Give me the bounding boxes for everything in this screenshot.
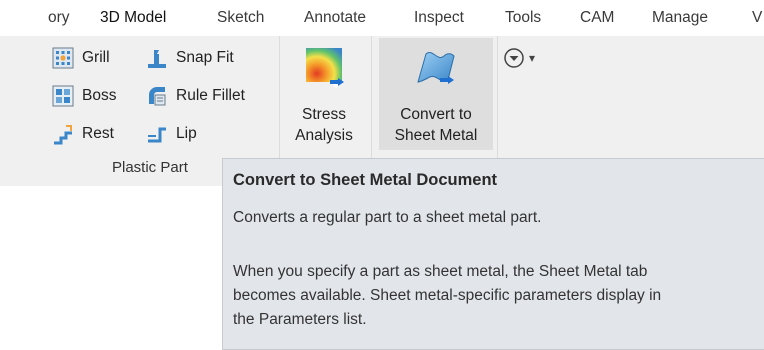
rest-button[interactable]: Rest	[52, 122, 114, 146]
rest-label: Rest	[82, 125, 114, 142]
rule-fillet-button[interactable]: Rule Fillet	[146, 84, 245, 108]
lip-label: Lip	[176, 125, 197, 142]
tab-manage[interactable]: Manage	[652, 9, 708, 31]
convert-sheet-metal-icon	[417, 52, 455, 84]
tooltip-detail-line-3: the Parameters list.	[233, 311, 367, 328]
tab-tools[interactable]: Tools	[505, 9, 541, 31]
command-tooltip: Convert to Sheet Metal Document Converts…	[222, 158, 764, 350]
tab-3d-model[interactable]: 3D Model	[100, 9, 166, 31]
tooltip-detail-line-1: When you specify a part as sheet metal, …	[233, 263, 648, 280]
rest-icon	[54, 125, 72, 145]
tab-history[interactable]: ory	[48, 9, 70, 31]
rule-fillet-label: Rule Fillet	[176, 87, 245, 104]
tab-cam[interactable]: CAM	[580, 9, 614, 31]
tooltip-detail-line-2: becomes available. Sheet metal-specific …	[233, 287, 662, 304]
convert-sheet-metal-label-line2: Sheet Metal	[394, 127, 478, 144]
rule-fillet-icon	[149, 86, 166, 106]
circle-chevron-down-icon	[504, 48, 524, 68]
stress-analysis-button[interactable]: Stress Analysis	[284, 38, 364, 150]
grill-button[interactable]: Grill	[52, 46, 110, 70]
stress-analysis-label-line1: Stress	[302, 106, 346, 123]
lip-icon	[148, 127, 166, 143]
boss-button[interactable]: Boss	[52, 84, 116, 108]
snap-fit-label: Snap Fit	[176, 49, 234, 66]
ribbon-tab-bar: ory 3D Model Sketch Annotate Inspect Too…	[0, 0, 764, 36]
lip-button[interactable]: Lip	[146, 122, 197, 146]
convert-to-sheet-metal-button[interactable]: Convert to Sheet Metal	[379, 38, 493, 150]
boss-icon	[52, 85, 74, 107]
chevron-down-icon: ▾	[529, 51, 536, 65]
tab-sketch[interactable]: Sketch	[217, 9, 264, 31]
stress-analysis-label-line2: Analysis	[295, 127, 353, 144]
tab-annotate[interactable]: Annotate	[304, 9, 366, 31]
tab-inspect[interactable]: Inspect	[414, 9, 464, 31]
convert-sheet-metal-label-line1: Convert to	[400, 106, 472, 123]
snap-fit-icon	[148, 50, 166, 68]
tooltip-title: Convert to Sheet Metal Document	[233, 171, 498, 189]
tab-view[interactable]: V	[752, 9, 762, 31]
plastic-part-panel-label: Plastic Part	[112, 159, 188, 176]
snap-fit-button[interactable]: Snap Fit	[146, 46, 234, 70]
more-options-dropdown[interactable]: ▾	[503, 44, 557, 72]
tooltip-summary: Converts a regular part to a sheet metal…	[233, 209, 542, 226]
stress-analysis-icon	[306, 48, 344, 88]
grill-icon	[52, 47, 74, 69]
boss-label: Boss	[82, 87, 117, 104]
grill-label: Grill	[82, 49, 110, 66]
